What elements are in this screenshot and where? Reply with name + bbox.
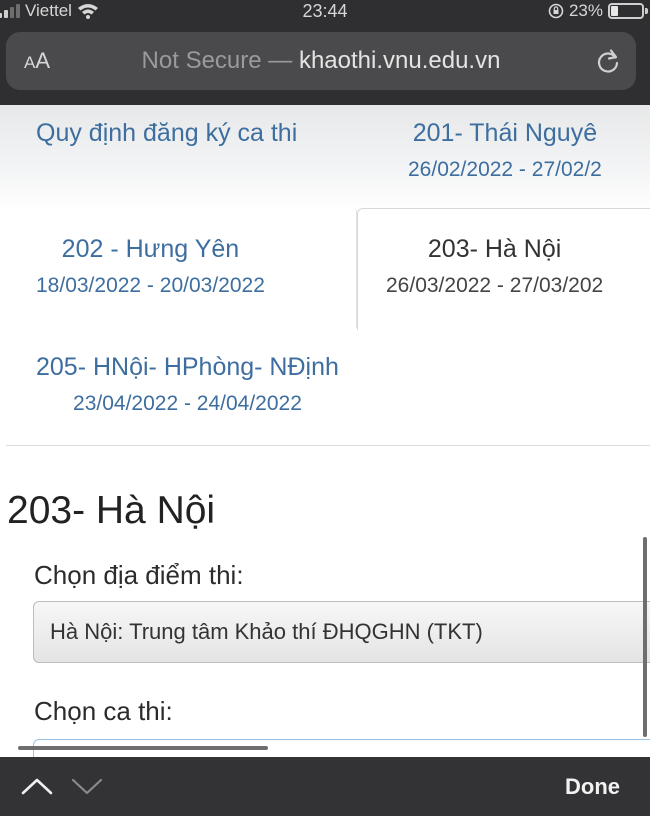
- orientation-lock-icon: [548, 3, 564, 19]
- web-page: Quy định đăng ký ca thi 201- Thái Nguyê …: [0, 105, 650, 757]
- reload-icon[interactable]: [594, 47, 622, 75]
- url-display[interactable]: Not Secure — khaothi.vnu.edu.vn: [6, 32, 636, 90]
- tab-202-hung-yen[interactable]: 202 - Hưng Yên 18/03/2022 - 20/03/2022: [36, 235, 265, 298]
- tab-title: 203- Hà Nội: [427, 235, 562, 263]
- session-label: Chọn ca thi:: [34, 696, 173, 726]
- tab-201-thai-nguyen[interactable]: 201- Thái Nguyê 26/02/2022 - 27/02/2: [408, 119, 602, 182]
- tab-date: 26/03/2022 - 27/03/202: [386, 274, 604, 297]
- tab-registration-rules[interactable]: Quy định đăng ký ca thi: [36, 119, 297, 148]
- tabs-divider: [6, 445, 650, 446]
- location-select[interactable]: Hà Nội: Trung tâm Khảo thí ĐHQGHN (TKT): [33, 601, 650, 663]
- section-title: 203- Hà Nội: [7, 489, 216, 532]
- tab-title: Quy định đăng ký ca thi: [36, 119, 298, 147]
- tab-date: 26/02/2022 - 27/02/2: [408, 158, 602, 181]
- tab-divider: [356, 210, 357, 328]
- tab-203-ha-noi[interactable]: 203- Hà Nội 26/03/2022 - 27/03/202: [386, 235, 603, 298]
- chevron-down-icon[interactable]: [70, 773, 104, 799]
- status-bar: Viettel 23:44 23%: [0, 0, 650, 22]
- vertical-scrollbar[interactable]: [643, 537, 647, 737]
- url-domain: khaothi.vnu.edu.vn: [298, 47, 501, 74]
- address-bar[interactable]: AA Not Secure — khaothi.vnu.edu.vn: [6, 32, 636, 90]
- browser-toolbar: AA Not Secure — khaothi.vnu.edu.vn: [0, 22, 650, 105]
- status-right: 23%: [548, 0, 648, 22]
- chevron-up-icon[interactable]: [20, 773, 54, 799]
- keyboard-accessory-bar: Done: [0, 757, 650, 816]
- done-button[interactable]: Done: [565, 757, 620, 816]
- tab-title: 205- HNội- HPhòng- NĐịnh: [36, 353, 339, 381]
- security-warning: Not Secure —: [141, 47, 299, 74]
- tab-date: 18/03/2022 - 20/03/2022: [36, 274, 265, 297]
- tab-title: 202 - Hưng Yên: [61, 235, 240, 263]
- battery-percent: 23%: [568, 1, 603, 20]
- tab-205-hnoi-hphong-ndinh[interactable]: 205- HNội- HPhòng- NĐịnh 23/04/2022 - 24…: [36, 353, 339, 416]
- horizontal-scrollbar[interactable]: [18, 746, 268, 750]
- tab-title: 201- Thái Nguyê: [412, 119, 598, 147]
- battery-icon: [608, 3, 648, 19]
- tab-date: 23/04/2022 - 24/04/2022: [73, 392, 302, 415]
- location-label: Chọn địa điểm thi:: [34, 560, 244, 590]
